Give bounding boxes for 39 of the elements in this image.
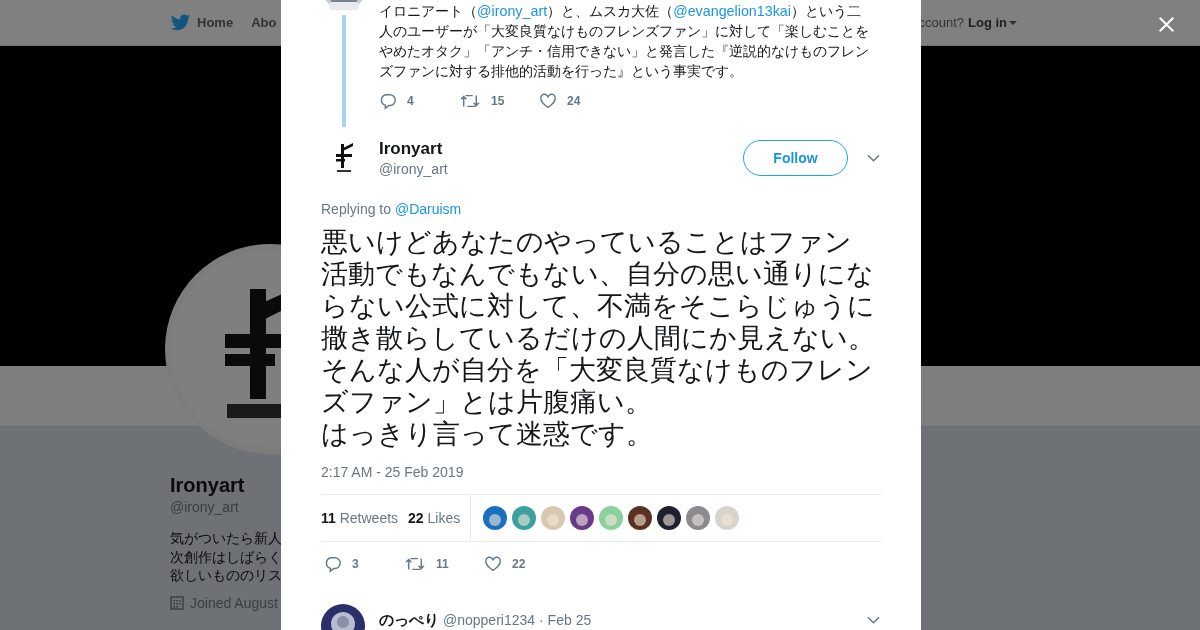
action-count: 22 (512, 557, 526, 571)
replying-label: Replying to (321, 201, 392, 217)
mention-link[interactable]: @irony_art (477, 3, 548, 19)
tweet-text: 悪いけどあなたのやっていることはファン 活動でもなんでもない、自分の思い通りにならない公式に対して、不満をそこらじゅうに撒き散らしているだけの人間にか見えない。そんな人が自分を「大変良質なけものフレンズファン」とは片腹痛い。 はっきり言って迷惑です。 (321, 226, 876, 450)
heart-icon[interactable] (484, 555, 502, 573)
action-count: 11 (436, 557, 449, 571)
login-link[interactable]: Log in (968, 15, 1017, 30)
author-handle: @irony_art (379, 161, 449, 177)
reply-icon[interactable] (324, 555, 342, 573)
reply-icon[interactable] (379, 92, 397, 110)
chevron-icon[interactable] (867, 616, 880, 624)
mention-link[interactable]: @evangelion13kai (673, 3, 791, 19)
action-count: 24 (567, 94, 581, 108)
author-name[interactable]: Ironyart (379, 139, 743, 159)
profile-name: Ironyart (170, 473, 246, 497)
bio-line: 欲しいもののリス (170, 566, 281, 585)
retweet-icon[interactable] (459, 92, 481, 110)
close-icon[interactable] (1158, 16, 1175, 33)
nav-link[interactable]: Abo (251, 15, 277, 30)
author-name[interactable]: のっぺり (379, 610, 439, 630)
follow-button[interactable]: Follow (743, 140, 848, 176)
reply-date[interactable]: · Feb 25 (539, 612, 592, 628)
timestamp[interactable]: 2:17 AM - 25 Feb 2019 (321, 463, 882, 481)
nav-link[interactable]: Home (170, 13, 234, 32)
tweet-text: イロニアート（@irony_art）と、ムスカ大佐（@evangelion13kai）という二人のユーザーが「大変良質なけものフレンズファン」に対して「楽しむことをやめたオタク」「アンチ・信用できない」と発言した『逆説的なけものフレンズファンに対する排他的活動を行った』という事実です。 (379, 2, 870, 81)
author-handle: @nopperi1234 (443, 612, 536, 628)
stat-link[interactable]: 11 Retweets (321, 510, 399, 526)
action-count: 3 (352, 557, 359, 571)
action-count: 4 (407, 94, 414, 108)
retweet-icon[interactable] (404, 555, 426, 573)
stat-link[interactable]: 22 Likes (408, 510, 461, 526)
bio-line: 気がついたら新人 (170, 529, 281, 548)
chevron-icon[interactable] (867, 154, 880, 162)
mention-link[interactable]: @Daruism (394, 201, 462, 217)
heart-icon[interactable] (539, 92, 557, 110)
calendar-icon (170, 595, 184, 610)
bio-line: 次創作はしばらく (170, 547, 281, 566)
bird-icon (170, 13, 191, 32)
action-count: 15 (491, 94, 505, 108)
